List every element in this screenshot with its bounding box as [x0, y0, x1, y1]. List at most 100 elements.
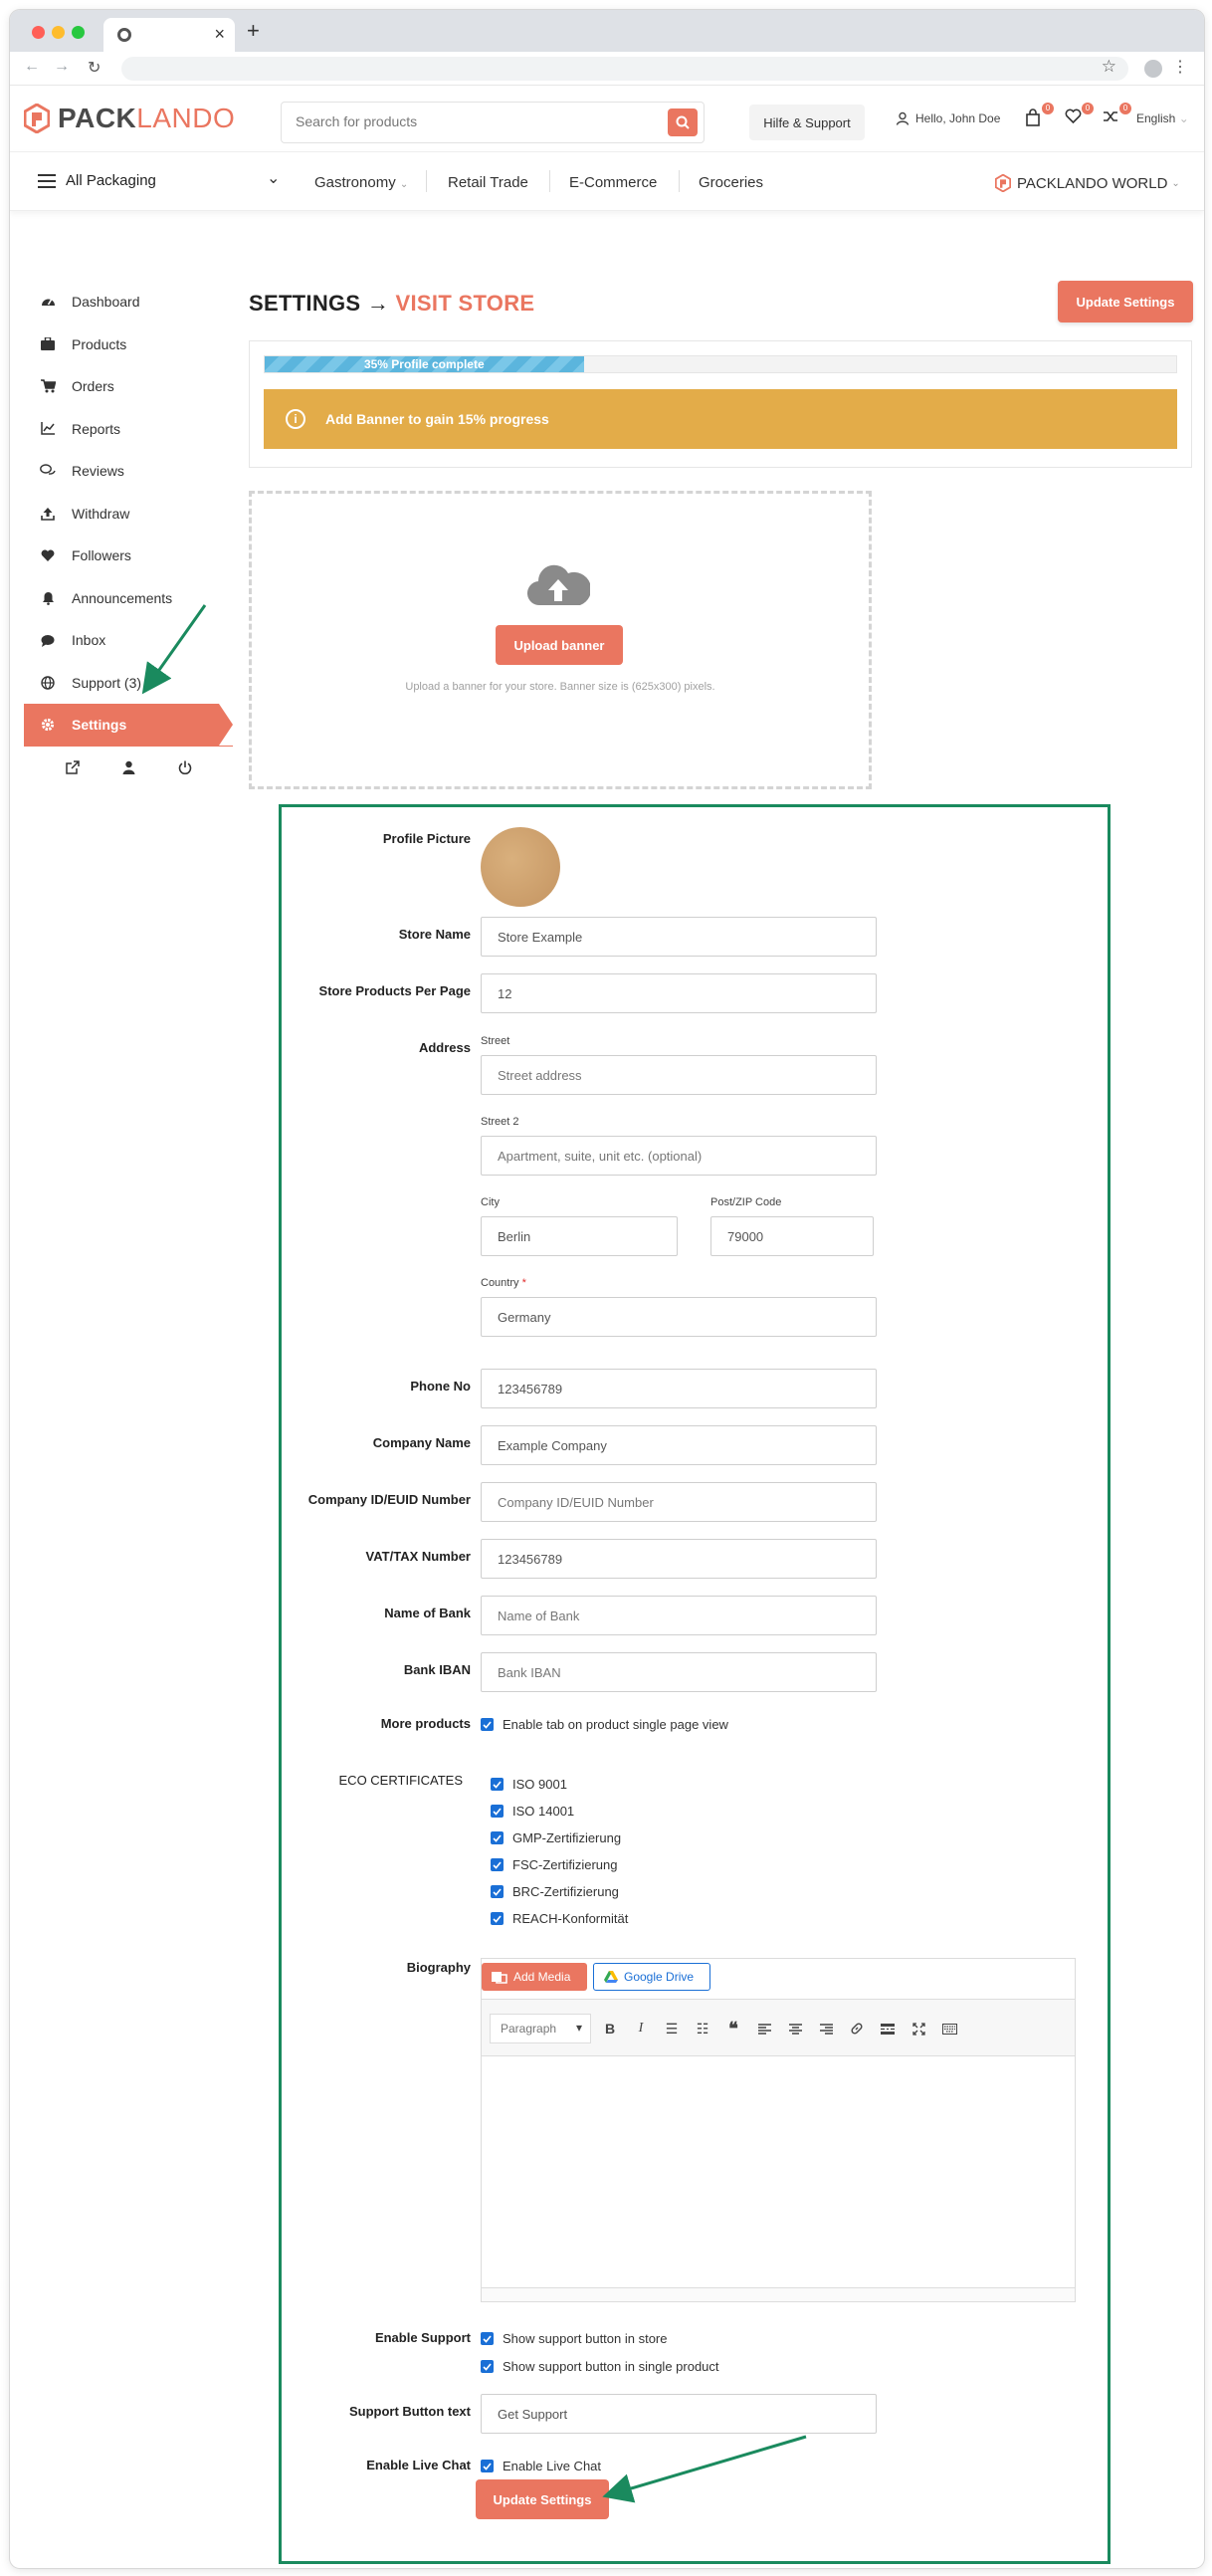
editor-toolbar: Paragraph B I ☰ ☷ ❝: [482, 1999, 1075, 2056]
nav-item-gastronomy[interactable]: Gastronomy ⌄: [314, 174, 408, 191]
sidebar-item-withdraw[interactable]: Withdraw: [24, 493, 233, 536]
eco-certificate-checkbox[interactable]: ISO 14001: [491, 1804, 574, 1819]
street2-input[interactable]: [481, 1136, 877, 1176]
store-name-input[interactable]: [481, 917, 877, 957]
keyboard-icon[interactable]: [940, 2020, 958, 2038]
paragraph-format-select[interactable]: Paragraph: [490, 2014, 591, 2043]
read-more-icon[interactable]: [879, 2020, 897, 2038]
company-name-input[interactable]: [481, 1425, 877, 1465]
profile-picture-avatar[interactable]: [481, 827, 560, 907]
link-icon[interactable]: [848, 2020, 866, 2038]
sidebar-item-inbox[interactable]: Inbox: [24, 619, 233, 662]
checkbox-label: Show support button in single product: [503, 2359, 719, 2374]
star-icon[interactable]: ☆: [1102, 57, 1116, 77]
search-button[interactable]: [668, 108, 698, 136]
biography-textarea[interactable]: [482, 2056, 1075, 2287]
logo[interactable]: PACK LANDO: [24, 103, 235, 134]
sidebar-item-label: Inbox: [72, 632, 106, 649]
google-drive-button[interactable]: Google Drive: [593, 1963, 710, 1991]
update-settings-button[interactable]: Update Settings: [1058, 281, 1193, 322]
align-left-icon[interactable]: [755, 2020, 773, 2038]
user-account-link[interactable]: Hello, John Doe: [896, 111, 1000, 125]
live-chat-checkbox[interactable]: Enable Live Chat: [481, 2459, 601, 2473]
language-selector[interactable]: English ⌄: [1136, 111, 1189, 125]
sidebar-item-label: Announcements: [72, 589, 173, 606]
back-arrow-icon[interactable]: ←: [24, 58, 40, 76]
cart-button[interactable]: 0: [1025, 103, 1054, 130]
all-packaging-menu[interactable]: All Packaging: [38, 172, 156, 189]
reload-icon[interactable]: ↻: [88, 58, 101, 78]
banner-upload-area[interactable]: Upload banner Upload a banner for your s…: [249, 491, 872, 789]
wishlist-button[interactable]: 0: [1065, 103, 1094, 130]
search-input[interactable]: [296, 103, 654, 140]
sidebar-item-reviews[interactable]: Reviews: [24, 450, 233, 493]
minimize-window-button[interactable]: [52, 26, 65, 39]
profile-progress-panel: 35% Profile complete i Add Banner to gai…: [249, 340, 1192, 468]
eco-certificate-checkbox[interactable]: ISO 9001: [491, 1777, 567, 1792]
numbered-list-icon[interactable]: ☷: [694, 2020, 711, 2038]
update-settings-bottom-button[interactable]: Update Settings: [476, 2479, 609, 2519]
power-icon[interactable]: [178, 760, 192, 779]
chevron-down-icon[interactable]: ⌄: [267, 168, 280, 188]
city-input[interactable]: [481, 1216, 678, 1256]
eco-certificate-checkbox[interactable]: FSC-Zertifizierung: [491, 1857, 617, 1872]
maximize-window-button[interactable]: [72, 26, 85, 39]
more-vertical-icon[interactable]: ⋮: [1172, 57, 1188, 77]
sidebar-item-followers[interactable]: Followers: [24, 535, 233, 577]
street-input[interactable]: [481, 1055, 877, 1095]
add-media-button[interactable]: Add Media: [482, 1963, 587, 1991]
vat-input[interactable]: [481, 1539, 877, 1579]
company-id-input[interactable]: [481, 1482, 877, 1522]
eco-certificate-checkbox[interactable]: BRC-Zertifizierung: [491, 1884, 619, 1899]
nav-item-e-commerce[interactable]: E-Commerce: [569, 174, 657, 191]
products-per-page-input[interactable]: [481, 973, 877, 1013]
eco-certificates-label: ECO CERTIFICATES: [338, 1773, 463, 1788]
zip-input[interactable]: [710, 1216, 874, 1256]
sidebar-item-support[interactable]: Support (3): [24, 662, 233, 705]
external-link-icon[interactable]: [65, 759, 80, 779]
bullet-list-icon[interactable]: ☰: [663, 2020, 681, 2038]
sidebar-item-label: Settings: [72, 717, 127, 734]
url-input[interactable]: [121, 57, 1128, 81]
nav-item-groceries[interactable]: Groceries: [699, 174, 763, 191]
italic-icon[interactable]: I: [632, 2020, 650, 2038]
close-icon[interactable]: ×: [214, 24, 225, 44]
visit-store-link[interactable]: VISIT STORE: [396, 291, 535, 316]
sidebar-item-dashboard[interactable]: Dashboard: [24, 281, 233, 323]
upload-banner-button[interactable]: Upload banner: [496, 625, 623, 665]
iban-input[interactable]: [481, 1652, 877, 1692]
compare-button[interactable]: 0: [1103, 103, 1131, 130]
plus-icon[interactable]: +: [247, 20, 260, 42]
sidebar-item-reports[interactable]: Reports: [24, 408, 233, 451]
help-support-button[interactable]: Hilfe & Support: [749, 105, 865, 140]
sidebar-item-announcements[interactable]: Announcements: [24, 577, 233, 620]
editor-resize-handle[interactable]: [482, 2287, 1075, 2301]
profile-avatar-icon[interactable]: [1144, 60, 1162, 78]
more-products-checkbox[interactable]: Enable tab on product single page view: [481, 1717, 728, 1732]
gear-icon: [40, 717, 56, 733]
country-select[interactable]: [481, 1297, 877, 1337]
forward-arrow-icon[interactable]: →: [54, 58, 70, 76]
support-button-text-input[interactable]: [481, 2394, 877, 2434]
close-window-button[interactable]: [32, 26, 45, 39]
user-icon[interactable]: [122, 760, 135, 779]
sidebar-item-orders[interactable]: Orders: [24, 365, 233, 408]
biography-editor: Add Media Google Drive Paragraph B I ☰ ☷…: [481, 1958, 1076, 2302]
bold-icon[interactable]: B: [601, 2020, 619, 2038]
support-store-checkbox[interactable]: Show support button in store: [481, 2331, 668, 2346]
align-center-icon[interactable]: [786, 2020, 804, 2038]
bank-name-input[interactable]: [481, 1596, 877, 1635]
nav-item-retail-trade[interactable]: Retail Trade: [448, 174, 528, 191]
sidebar-item-settings[interactable]: Settings: [24, 704, 233, 747]
sidebar-item-products[interactable]: Products: [24, 323, 233, 366]
fullscreen-icon[interactable]: [909, 2020, 927, 2038]
packlando-world-menu[interactable]: PACKLANDO WORLD ⌄: [995, 174, 1180, 192]
eco-certificate-checkbox[interactable]: REACH-Konformität: [491, 1911, 628, 1926]
phone-input[interactable]: [481, 1369, 877, 1408]
eco-certificate-checkbox[interactable]: GMP-Zertifizierung: [491, 1830, 621, 1845]
support-product-checkbox[interactable]: Show support button in single product: [481, 2359, 719, 2374]
browser-tab[interactable]: ×: [103, 18, 235, 52]
align-right-icon[interactable]: [817, 2020, 835, 2038]
blockquote-icon[interactable]: ❝: [724, 2019, 742, 2039]
live-chat-label: Enable Live Chat: [366, 2458, 471, 2472]
